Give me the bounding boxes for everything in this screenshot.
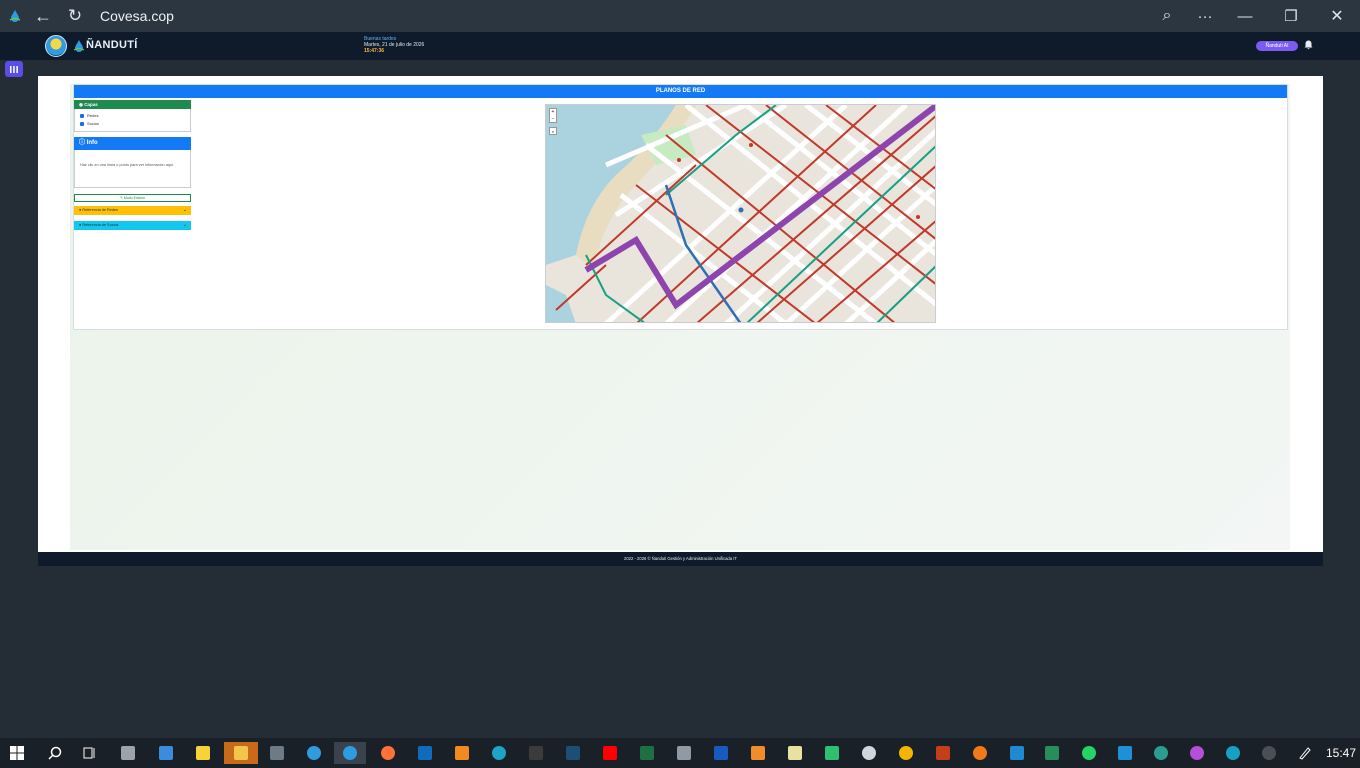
app-icon-11[interactable]	[1041, 742, 1063, 764]
search-icon[interactable]	[44, 742, 66, 764]
app-icon-7[interactable]	[747, 742, 769, 764]
covesa-app-icon[interactable]	[334, 742, 366, 764]
browser-title-bar: ← ↻ Covesa.cop ⌕ ··· — ❐ ✕	[0, 0, 1360, 32]
info-panel: Haz clic en una línea o punto para ver i…	[74, 150, 191, 188]
app-icon-9[interactable]	[895, 742, 917, 764]
minimize-icon[interactable]: —	[1234, 0, 1256, 32]
ai-button[interactable]: Ñanduti AI	[1256, 41, 1298, 51]
page-footer: 2022 - 2026 © Ñanduti Gestión y Administ…	[38, 552, 1323, 566]
settings-icon[interactable]	[858, 742, 880, 764]
layer-redes[interactable]: Redes	[80, 113, 99, 118]
back-icon[interactable]: ←	[32, 0, 54, 32]
whatsapp-icon[interactable]	[1078, 742, 1100, 764]
file-explorer-icon[interactable]	[224, 742, 258, 764]
members-reference-accordion[interactable]: ● Referencia de Socios ⌄	[74, 221, 191, 230]
chevron-down-icon: ⌄	[182, 207, 187, 213]
powerpoint-icon[interactable]	[932, 742, 954, 764]
info-icon: ⓘ	[79, 140, 87, 146]
poi-marker[interactable]	[677, 158, 681, 162]
greeting-block: Buenas tardes Martes, 21 de julio de 202…	[364, 36, 424, 54]
site-favicon-icon	[4, 0, 26, 32]
menu-icon	[10, 65, 18, 73]
info-text: Haz clic en una línea o punto para ver i…	[80, 163, 175, 167]
excel-icon[interactable]	[636, 742, 658, 764]
start-icon[interactable]	[6, 742, 28, 764]
app-icon-10[interactable]	[969, 742, 991, 764]
app-icon-13[interactable]	[1150, 742, 1172, 764]
nanduti-app-icon[interactable]	[303, 742, 325, 764]
accordion-label: Referencia de Redes	[82, 208, 119, 212]
layers-header: ◉ Capas	[74, 100, 191, 109]
layer-label: Redes	[87, 113, 99, 118]
task-view-icon[interactable]	[79, 742, 101, 764]
chevron-down-icon: ⌄	[182, 222, 187, 228]
app-icon-15[interactable]	[1258, 742, 1280, 764]
taskbar-clock[interactable]: 15:47	[1326, 738, 1356, 768]
poi-marker[interactable]	[916, 215, 920, 219]
sticky-notes-icon[interactable]	[192, 742, 214, 764]
app-header	[0, 32, 1360, 60]
time-text: 15:47:36	[364, 48, 385, 54]
pen-icon[interactable]	[1294, 742, 1316, 764]
more-menu-icon[interactable]: ···	[1194, 0, 1216, 32]
edit-mode-button[interactable]: ✎ Modo Edición	[74, 194, 191, 202]
zoom-icon[interactable]: ⌕	[1156, 0, 1178, 32]
app-icon-5[interactable]	[562, 742, 584, 764]
poi-marker[interactable]	[749, 143, 753, 147]
edit-mode-label: Modo Edición	[123, 196, 146, 200]
calculator-icon[interactable]	[266, 742, 288, 764]
layer-socios[interactable]: Socios	[80, 121, 99, 126]
map-canvas[interactable]	[546, 105, 936, 323]
app-icon-1[interactable]	[117, 742, 139, 764]
app-icon-6[interactable]	[673, 742, 695, 764]
zoom-out-button[interactable]: −	[550, 116, 556, 123]
app-icon-2[interactable]	[155, 742, 177, 764]
word-icon[interactable]	[710, 742, 732, 764]
restore-icon[interactable]: ❐	[1280, 0, 1302, 32]
page-title: Covesa.cop	[100, 8, 174, 24]
poi-marker[interactable]	[738, 207, 744, 213]
edge-icon[interactable]	[488, 742, 510, 764]
map-search-icon[interactable]: ⌕	[549, 127, 557, 135]
brand-name: ÑANDUTÍ	[86, 39, 138, 51]
bell-icon[interactable]	[1304, 40, 1313, 50]
logo-drop-icon	[74, 40, 84, 52]
networks-reference-accordion[interactable]: ● Referencia de Redes ⌄	[74, 206, 191, 215]
card-title: PLANOS DE RED	[74, 85, 1287, 98]
sidebar-toggle-button[interactable]	[5, 61, 23, 77]
zoom-in-button[interactable]: +	[550, 109, 556, 116]
map-zoom-control[interactable]: + −	[549, 108, 557, 123]
app-icon-14[interactable]	[1186, 742, 1208, 764]
layer-label: Socios	[87, 121, 100, 126]
edge-dev-icon[interactable]	[1222, 742, 1244, 764]
close-icon[interactable]: ✕	[1326, 0, 1348, 32]
reload-icon[interactable]: ↻	[64, 0, 86, 32]
logo-emblem-icon[interactable]	[45, 35, 67, 57]
outlook-icon[interactable]	[414, 742, 436, 764]
youtube-icon[interactable]	[599, 742, 621, 764]
app-icon-12[interactable]	[1114, 742, 1136, 764]
firefox-icon[interactable]	[377, 742, 399, 764]
notepad-icon[interactable]	[784, 742, 806, 764]
app-icon-3[interactable]	[451, 742, 473, 764]
info-header: ⓘ Info	[74, 137, 191, 150]
app-icon-4[interactable]	[525, 742, 547, 764]
checkbox-socios[interactable]	[80, 121, 84, 126]
checkbox-redes[interactable]	[80, 113, 84, 118]
app-icon-8[interactable]	[821, 742, 843, 764]
info-title: Info	[86, 140, 98, 146]
network-map[interactable]	[545, 104, 936, 323]
vscode-icon[interactable]	[1006, 742, 1028, 764]
layers-title: Capas	[84, 102, 98, 107]
accordion-label: Referencia de Socios	[82, 223, 119, 227]
